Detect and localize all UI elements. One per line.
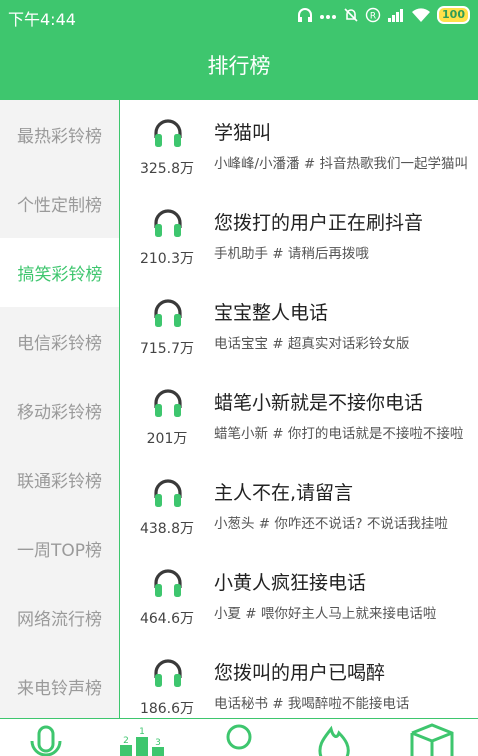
ringtone-title: 您拨打的用户正在刷抖音: [214, 212, 424, 234]
ringtone-title: 学猫叫: [214, 122, 272, 144]
page-title: 排行榜: [207, 54, 271, 78]
battery-indicator: 100: [437, 6, 470, 24]
svg-text:3: 3: [155, 738, 161, 748]
cube-icon: [408, 723, 456, 756]
list-item[interactable]: 438.8万 主人不在,请留言 小葱头 # 你咋还不说话? 不说话我挂啦: [121, 460, 478, 550]
ringtone-subtitle: 小葱头 # 你咋还不说话? 不说话我挂啦: [214, 516, 448, 532]
ringtone-title: 宝宝整人电话: [214, 302, 329, 324]
play-count: 438.8万: [139, 521, 195, 537]
sidebar-item-unicom[interactable]: 联通彩铃榜: [0, 445, 119, 514]
ringtone-subtitle: 蜡笔小新 # 你打的电话就是不接啦不接啦: [214, 426, 464, 442]
sidebar-item-hottest[interactable]: 最热彩铃榜: [0, 100, 119, 169]
ringtone-title: 主人不在,请留言: [214, 482, 354, 504]
alarm-muted-icon: [343, 7, 359, 23]
bottom-tab-bar: 213: [0, 718, 478, 756]
headphone-icon: [151, 566, 185, 604]
headphone-icon: [151, 386, 185, 424]
play-count: 325.8万: [139, 161, 195, 177]
ringtone-subtitle: 手机助手 # 请稍后再拨哦: [214, 246, 369, 262]
svg-text:R: R: [370, 12, 376, 22]
play-count: 210.3万: [139, 251, 195, 267]
more-dots-icon: [319, 7, 337, 23]
status-time: 下午4:44: [8, 10, 76, 29]
ringtone-title: 您拨叫的用户已喝醉: [214, 662, 386, 684]
play-count: 186.6万: [139, 701, 195, 717]
list-item[interactable]: 201万 蜡笔小新就是不接你电话 蜡笔小新 # 你打的电话就是不接啦不接啦: [121, 370, 478, 460]
wifi-icon: [411, 7, 431, 23]
tab-hot[interactable]: [311, 723, 359, 756]
tab-microphone[interactable]: [22, 723, 70, 756]
play-count: 715.7万: [139, 341, 195, 357]
ringtone-list: 325.8万 学猫叫 小峰峰/小潘潘 # 抖音热歌我们一起学猫叫 210.3万 …: [121, 100, 478, 718]
ringtone-subtitle: 电话宝宝 # 超真实对话彩铃女版: [214, 336, 410, 352]
headphone-icon: [151, 656, 185, 694]
list-item[interactable]: 715.7万 宝宝整人电话 电话宝宝 # 超真实对话彩铃女版: [121, 280, 478, 370]
tab-cube[interactable]: [408, 723, 456, 756]
status-bar: 下午4:44 R 100: [0, 0, 478, 32]
play-count: 464.6万: [139, 611, 195, 627]
sidebar-item-incoming-call[interactable]: 来电铃声榜: [0, 652, 119, 718]
ringtone-subtitle: 小夏 # 喂你好主人马上就来接电话啦: [214, 606, 437, 622]
ringtone-subtitle: 小峰峰/小潘潘 # 抖音热歌我们一起学猫叫: [214, 156, 468, 172]
tab-ranking[interactable]: 213: [118, 723, 166, 756]
category-sidebar: 最热彩铃榜 个性定制榜 搞笑彩铃榜 电信彩铃榜 移动彩铃榜 联通彩铃榜 一周TO…: [0, 100, 120, 718]
title-bar: 排行榜: [0, 32, 478, 100]
tab-profile[interactable]: [215, 723, 263, 756]
sidebar-item-funny[interactable]: 搞笑彩铃榜: [0, 238, 119, 307]
sidebar-item-mobile[interactable]: 移动彩铃榜: [0, 376, 119, 445]
person-icon: [215, 723, 263, 756]
sidebar-item-internet-popular[interactable]: 网络流行榜: [0, 583, 119, 652]
sidebar-item-weekly-top[interactable]: 一周TOP榜: [0, 514, 119, 583]
svg-text:1: 1: [139, 727, 145, 737]
headphone-icon: [151, 476, 185, 514]
microphone-icon: [22, 723, 70, 756]
ringtone-title: 蜡笔小新就是不接你电话: [214, 392, 424, 414]
ringtone-title: 小黄人疯狂接电话: [214, 572, 367, 594]
signal-icon: [387, 7, 405, 23]
list-item[interactable]: 325.8万 学猫叫 小峰峰/小潘潘 # 抖音热歌我们一起学猫叫: [121, 100, 478, 190]
flame-icon: [311, 723, 359, 756]
headset-status-icon: [297, 7, 313, 23]
headphone-icon: [151, 116, 185, 154]
sidebar-item-personal-custom[interactable]: 个性定制榜: [0, 169, 119, 238]
registered-icon: R: [365, 7, 381, 23]
play-count: 201万: [146, 431, 188, 447]
svg-text:2: 2: [123, 736, 129, 746]
headphone-icon: [151, 206, 185, 244]
list-item[interactable]: 210.3万 您拨打的用户正在刷抖音 手机助手 # 请稍后再拨哦: [121, 190, 478, 280]
podium-icon: 213: [118, 723, 166, 756]
list-item[interactable]: 464.6万 小黄人疯狂接电话 小夏 # 喂你好主人马上就来接电话啦: [121, 550, 478, 640]
headphone-icon: [151, 296, 185, 334]
list-item[interactable]: 186.6万 您拨叫的用户已喝醉 电话秘书 # 我喝醉啦不能接电话: [121, 640, 478, 718]
ringtone-subtitle: 电话秘书 # 我喝醉啦不能接电话: [214, 696, 410, 712]
sidebar-item-telecom[interactable]: 电信彩铃榜: [0, 307, 119, 376]
status-icons: R 100: [297, 6, 470, 24]
